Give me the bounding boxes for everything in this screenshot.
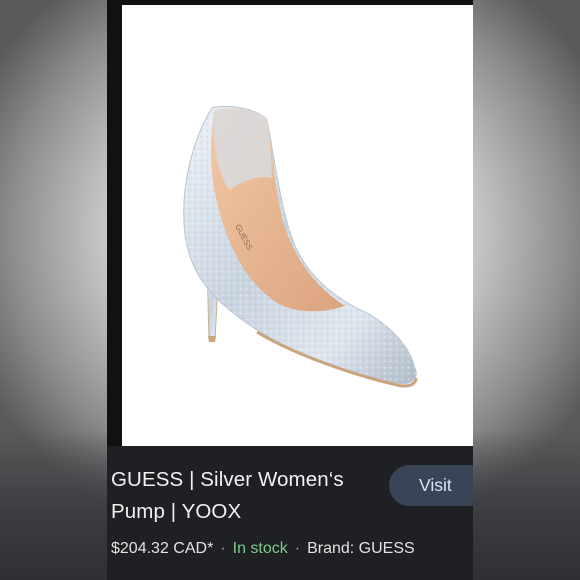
visit-button[interactable]: Visit xyxy=(389,465,473,506)
product-card: GUESS GUESS | Silver Women‘s Pump | YOOX… xyxy=(107,0,473,580)
product-title-line1: GUESS | Silver Women‘s xyxy=(111,468,344,491)
stock-status: In stock xyxy=(232,540,288,557)
silver-pump-shoe-image: GUESS xyxy=(183,106,418,388)
product-title[interactable]: GUESS | Silver Women‘s Pump | YOOX xyxy=(111,464,381,528)
separator-dot: · xyxy=(220,540,226,557)
product-title-line2: Pump | YOOX xyxy=(111,500,242,523)
separator-dot: · xyxy=(294,540,301,557)
product-info: GUESS | Silver Women‘s Pump | YOOX Visit… xyxy=(107,446,473,580)
brand-label: Brand: GUESS xyxy=(307,540,415,557)
product-image[interactable]: GUESS xyxy=(107,0,473,446)
price: $204.32 CAD* xyxy=(111,540,214,557)
product-meta: $204.32 CAD* · In stock · Brand: GUESS xyxy=(111,540,471,558)
